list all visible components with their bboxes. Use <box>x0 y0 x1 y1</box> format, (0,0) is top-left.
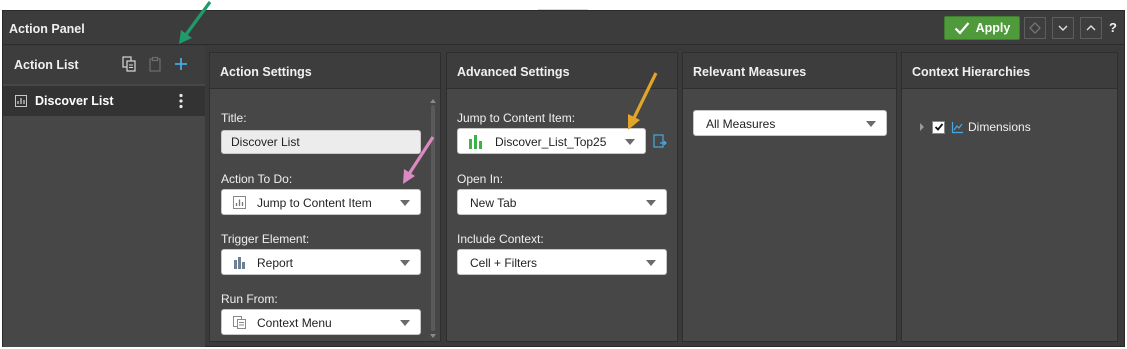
hierarchy-icon <box>951 121 963 133</box>
tree-item-dimensions: Dimensions <box>920 119 1031 135</box>
clear-button[interactable] <box>1024 17 1046 39</box>
chevron-down-icon <box>646 200 656 206</box>
run-from-select[interactable]: Context Menu <box>221 309 421 335</box>
include-context-select[interactable]: Cell + Filters <box>457 249 667 275</box>
help-button[interactable]: ? <box>1109 20 1117 35</box>
apply-label: Apply <box>975 21 1011 35</box>
action-list-title: Action List <box>14 58 79 72</box>
dimensions-label: Dimensions <box>968 120 1031 134</box>
title-field-label: Title: <box>221 111 247 125</box>
action-list-pane: Action List Discover List <box>3 46 205 347</box>
include-context-value: Cell + Filters <box>470 256 538 270</box>
advanced-settings-panel: Advanced Settings Jump to Content Item: … <box>446 52 678 342</box>
open-in-select[interactable]: New Tab <box>457 189 667 215</box>
list-item[interactable]: Discover List <box>3 86 205 116</box>
expand-button[interactable] <box>1080 17 1102 39</box>
relevant-measures-panel: Relevant Measures All Measures <box>682 52 897 342</box>
dimensions-checkbox[interactable] <box>932 120 945 134</box>
scroll-up-icon[interactable] <box>430 99 436 103</box>
check-icon <box>954 22 969 35</box>
clipboard-icon[interactable] <box>146 55 164 73</box>
chevron-down-icon <box>400 260 410 266</box>
action-to-do-value: Jump to Content Item <box>257 196 372 210</box>
action-to-do-select[interactable]: Jump to Content Item <box>221 189 421 215</box>
chevron-down-icon <box>1058 25 1068 31</box>
trigger-element-select[interactable]: Report <box>221 249 421 275</box>
bar-chart-icon <box>234 257 245 269</box>
chart-icon <box>233 196 246 209</box>
context-menu-icon <box>233 316 246 329</box>
duplicate-icon[interactable] <box>120 55 138 73</box>
checkmark-icon <box>934 123 943 131</box>
relevant-measures-title: Relevant Measures <box>693 65 807 79</box>
chevron-down-icon <box>400 200 410 206</box>
jump-to-content-value: Discover_List_Top25 <box>495 135 607 149</box>
action-settings-header: Action Settings <box>210 53 440 89</box>
action-list-header: Action List <box>3 46 205 84</box>
title-input-value: Discover List <box>231 135 300 149</box>
trigger-element-label: Trigger Element: <box>221 232 310 246</box>
open-in-label: Open In: <box>457 172 504 186</box>
trigger-element-value: Report <box>257 256 294 270</box>
panel-titlebar: Action Panel Apply ? <box>3 11 1124 45</box>
title-input[interactable]: Discover List <box>221 130 421 154</box>
advanced-settings-title: Advanced Settings <box>457 65 570 79</box>
apply-button[interactable]: Apply <box>944 16 1020 40</box>
measures-select[interactable]: All Measures <box>693 110 887 136</box>
jump-to-content-select[interactable]: Discover_List_Top25 <box>457 128 646 154</box>
context-hierarchies-header: Context Hierarchies <box>902 53 1117 89</box>
chevron-down-icon <box>646 260 656 266</box>
plus-icon[interactable] <box>172 55 190 73</box>
run-from-label: Run From: <box>221 292 278 306</box>
action-settings-panel: Action Settings Title: Discover List Act… <box>209 52 441 342</box>
open-content-icon[interactable] <box>653 134 667 149</box>
chevron-down-icon <box>866 121 876 127</box>
collapse-button[interactable] <box>1052 17 1074 39</box>
chevron-up-icon <box>1086 25 1096 31</box>
action-to-do-label: Action To Do: <box>221 172 293 186</box>
context-hierarchies-panel: Context Hierarchies Dimensions <box>901 52 1118 342</box>
diamond-icon <box>1029 22 1041 34</box>
more-options-icon[interactable] <box>178 93 184 109</box>
action-settings-title: Action Settings <box>220 65 312 79</box>
list-item-label: Discover List <box>35 94 114 108</box>
action-panel: Action Panel Apply ? Action List Discove… <box>2 10 1125 347</box>
open-in-value: New Tab <box>470 196 517 210</box>
context-hierarchies-title: Context Hierarchies <box>912 65 1031 79</box>
bar-chart-icon <box>469 135 482 149</box>
run-from-value: Context Menu <box>257 316 332 330</box>
expand-arrow-icon[interactable] <box>920 123 924 131</box>
chart-icon <box>15 95 27 107</box>
include-context-label: Include Context: <box>457 232 544 246</box>
chevron-down-icon <box>400 320 410 326</box>
measures-value: All Measures <box>706 117 776 131</box>
chevron-down-icon <box>625 139 635 145</box>
jump-to-content-label: Jump to Content Item: <box>457 111 576 125</box>
settings-scrollbar[interactable] <box>431 105 435 331</box>
panel-title: Action Panel <box>9 22 85 36</box>
scroll-down-icon[interactable] <box>430 334 436 338</box>
advanced-settings-header: Advanced Settings <box>447 53 677 89</box>
relevant-measures-header: Relevant Measures <box>683 53 896 89</box>
